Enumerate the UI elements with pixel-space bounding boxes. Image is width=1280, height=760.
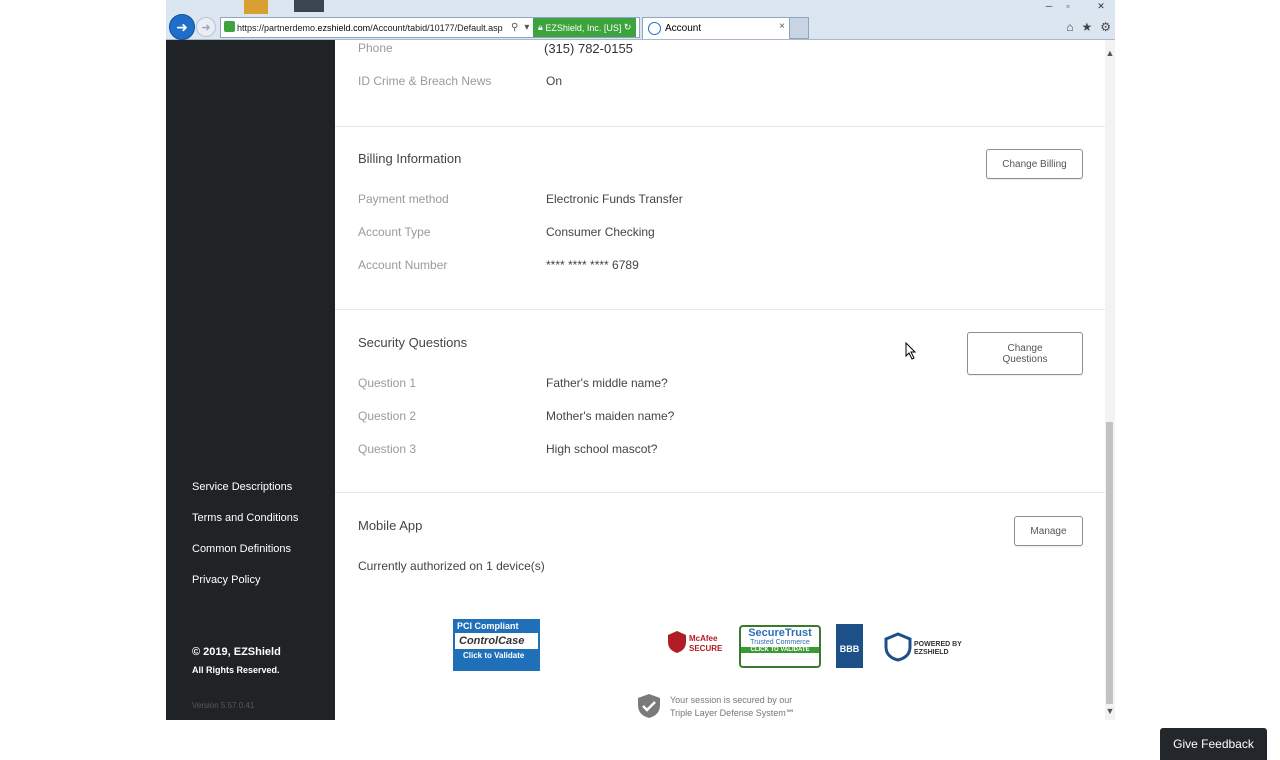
address-url[interactable]: https://partnerdemo.ezshield.com/Account…	[221, 23, 507, 33]
ezshield-badge-text: POWERED BY EZSHIELD	[914, 641, 962, 656]
session-line-1: Your session is secured by our	[670, 695, 793, 705]
sidebar-link-definitions[interactable]: Common Definitions	[192, 543, 291, 555]
browser-toolbar: ─ ▫ ✕ ➜ ➜ https://partnerdemo.ezshield.c…	[166, 0, 1115, 40]
billing-row-label: Account Type	[358, 225, 431, 239]
arrow-right-icon: ➜	[201, 21, 211, 34]
bbb-badge[interactable]: BBB	[836, 624, 863, 668]
url-prefix: https://partnerdemo.	[237, 22, 318, 33]
shield-check-icon	[638, 694, 660, 718]
sidebar: Service Descriptions Terms and Condition…	[166, 40, 335, 720]
change-questions-line1: Change	[1007, 342, 1043, 354]
billing-row-label: Account Number	[358, 258, 448, 272]
bbb-torch-icon	[836, 624, 863, 644]
forward-button[interactable]: ➜	[196, 17, 216, 37]
chevron-down-icon[interactable]: ▾	[524, 22, 529, 33]
pci-badge-bot: Click to Validate	[463, 651, 525, 660]
browser-window: ─ ▫ ✕ ➜ ➜ https://partnerdemo.ezshield.c…	[166, 0, 1267, 760]
phone-label: Phone	[358, 41, 393, 55]
securetrust-title: SecureTrust	[748, 627, 812, 639]
close-window-icon[interactable]: ✕	[1092, 0, 1110, 12]
change-questions-button[interactable]: Change Questions	[967, 332, 1083, 375]
tab-account[interactable]: Account ×	[642, 17, 790, 39]
give-feedback-button[interactable]: Give Feedback	[1160, 728, 1267, 760]
section-divider	[335, 309, 1105, 310]
scroll-up-icon[interactable]: ▲	[1105, 48, 1115, 58]
address-bar[interactable]: https://partnerdemo.ezshield.com/Account…	[220, 17, 640, 38]
search-icon[interactable]: ⚲	[511, 22, 518, 33]
vertical-scrollbar[interactable]: ▲ ▼	[1105, 40, 1115, 720]
bbb-text: BBB	[839, 644, 860, 654]
mcafee-secure-badge[interactable]: McAfee SECURE	[667, 630, 723, 666]
change-billing-button[interactable]: Change Billing	[986, 149, 1083, 179]
refresh-icon[interactable]: ↻	[624, 22, 632, 33]
news-value: On	[546, 74, 563, 88]
powered-by-ezshield-badge[interactable]: POWERED BY EZSHIELD	[884, 632, 972, 664]
account-content: Phone (315) 782-0155 ID Crime & Breach N…	[335, 40, 1267, 760]
mobile-status: Currently authorized on 1 device(s)	[358, 559, 545, 573]
certificate-name: EZShield, Inc. [US]	[545, 22, 622, 33]
security-title: Security Questions	[358, 335, 468, 350]
securetrust-sub: Trusted Commerce	[750, 639, 810, 646]
arrow-left-icon: ➜	[176, 18, 188, 35]
home-icon[interactable]: ⌂	[1066, 20, 1073, 34]
certificate-badge[interactable]: 🔒︎ EZShield, Inc. [US] ↻	[533, 18, 637, 37]
mcafee-shield-icon	[668, 631, 686, 653]
billing-row-value: **** **** **** 6789	[546, 258, 639, 272]
sidebar-link-service-descriptions[interactable]: Service Descriptions	[192, 481, 292, 493]
sidebar-link-terms[interactable]: Terms and Conditions	[192, 512, 298, 524]
minimize-icon[interactable]: ─	[1040, 0, 1058, 12]
ezshield-favicon-icon	[648, 22, 661, 35]
copyright: © 2019, EZShield	[192, 646, 281, 658]
url-path: /Account/tabid/10177/Default.asp	[370, 22, 503, 33]
security-question-label: Question 1	[358, 376, 417, 390]
new-tab-button[interactable]	[789, 17, 809, 39]
billing-row-value: Electronic Funds Transfer	[546, 192, 683, 206]
change-questions-line2: Questions	[1002, 353, 1048, 365]
section-divider	[335, 126, 1105, 127]
manage-button[interactable]: Manage	[1014, 516, 1083, 546]
maximize-icon[interactable]: ▫	[1059, 0, 1077, 12]
lock-icon: 🔒︎	[538, 22, 543, 32]
billing-row-value: Consumer Checking	[546, 225, 655, 239]
scrollbar-thumb[interactable]	[1106, 422, 1113, 704]
billing-title: Billing Information	[358, 151, 462, 166]
mobile-title: Mobile App	[358, 518, 423, 533]
security-question-label: Question 3	[358, 442, 417, 456]
session-security-text: Your session is secured by our Triple La…	[670, 694, 840, 720]
gear-icon[interactable]: ⚙	[1100, 20, 1111, 34]
ezshield-logo-icon	[884, 632, 912, 662]
version-text: Version 5.57.0.41	[192, 701, 255, 710]
browser-right-tools: ⌂ ★ ⚙	[1066, 20, 1111, 34]
star-icon[interactable]: ★	[1081, 20, 1092, 34]
url-domain: ezshield.com	[317, 22, 371, 33]
taskbar-thumbnail	[244, 0, 268, 14]
security-question-value: Father's middle name?	[546, 376, 668, 390]
pci-badge-mid: ControlCase	[455, 633, 538, 649]
sidebar-link-privacy[interactable]: Privacy Policy	[192, 574, 260, 586]
section-divider	[335, 492, 1105, 493]
mcafee-text: McAfee SECURE	[689, 634, 723, 653]
session-line-2: Triple Layer Defense System℠	[670, 708, 795, 718]
scroll-down-icon[interactable]: ▼	[1105, 706, 1115, 716]
securetrust-badge[interactable]: SecureTrust Trusted Commerce CLICK TO VA…	[739, 625, 821, 668]
billing-row-label: Payment method	[358, 192, 449, 206]
pci-compliant-badge[interactable]: PCI Compliant ControlCase Click to Valid…	[453, 619, 540, 671]
back-button[interactable]: ➜	[169, 14, 195, 40]
tab-close-icon[interactable]: ×	[779, 21, 785, 32]
pci-badge-top: PCI Compliant	[453, 619, 540, 633]
securetrust-validate: CLICK TO VALIDATE	[741, 647, 819, 653]
taskbar-thumbnail	[294, 0, 324, 12]
rights-reserved: All Rights Reserved.	[192, 665, 280, 675]
site-icon	[224, 21, 235, 32]
security-question-value: High school mascot?	[546, 442, 658, 456]
security-question-label: Question 2	[358, 409, 417, 423]
security-question-value: Mother's maiden name?	[546, 409, 675, 423]
mouse-cursor-icon	[905, 342, 917, 360]
news-label: ID Crime & Breach News	[358, 74, 492, 88]
address-tools: ⚲ ▾	[507, 22, 529, 33]
phone-value: (315) 782-0155	[544, 41, 633, 56]
tab-title: Account	[665, 23, 702, 34]
